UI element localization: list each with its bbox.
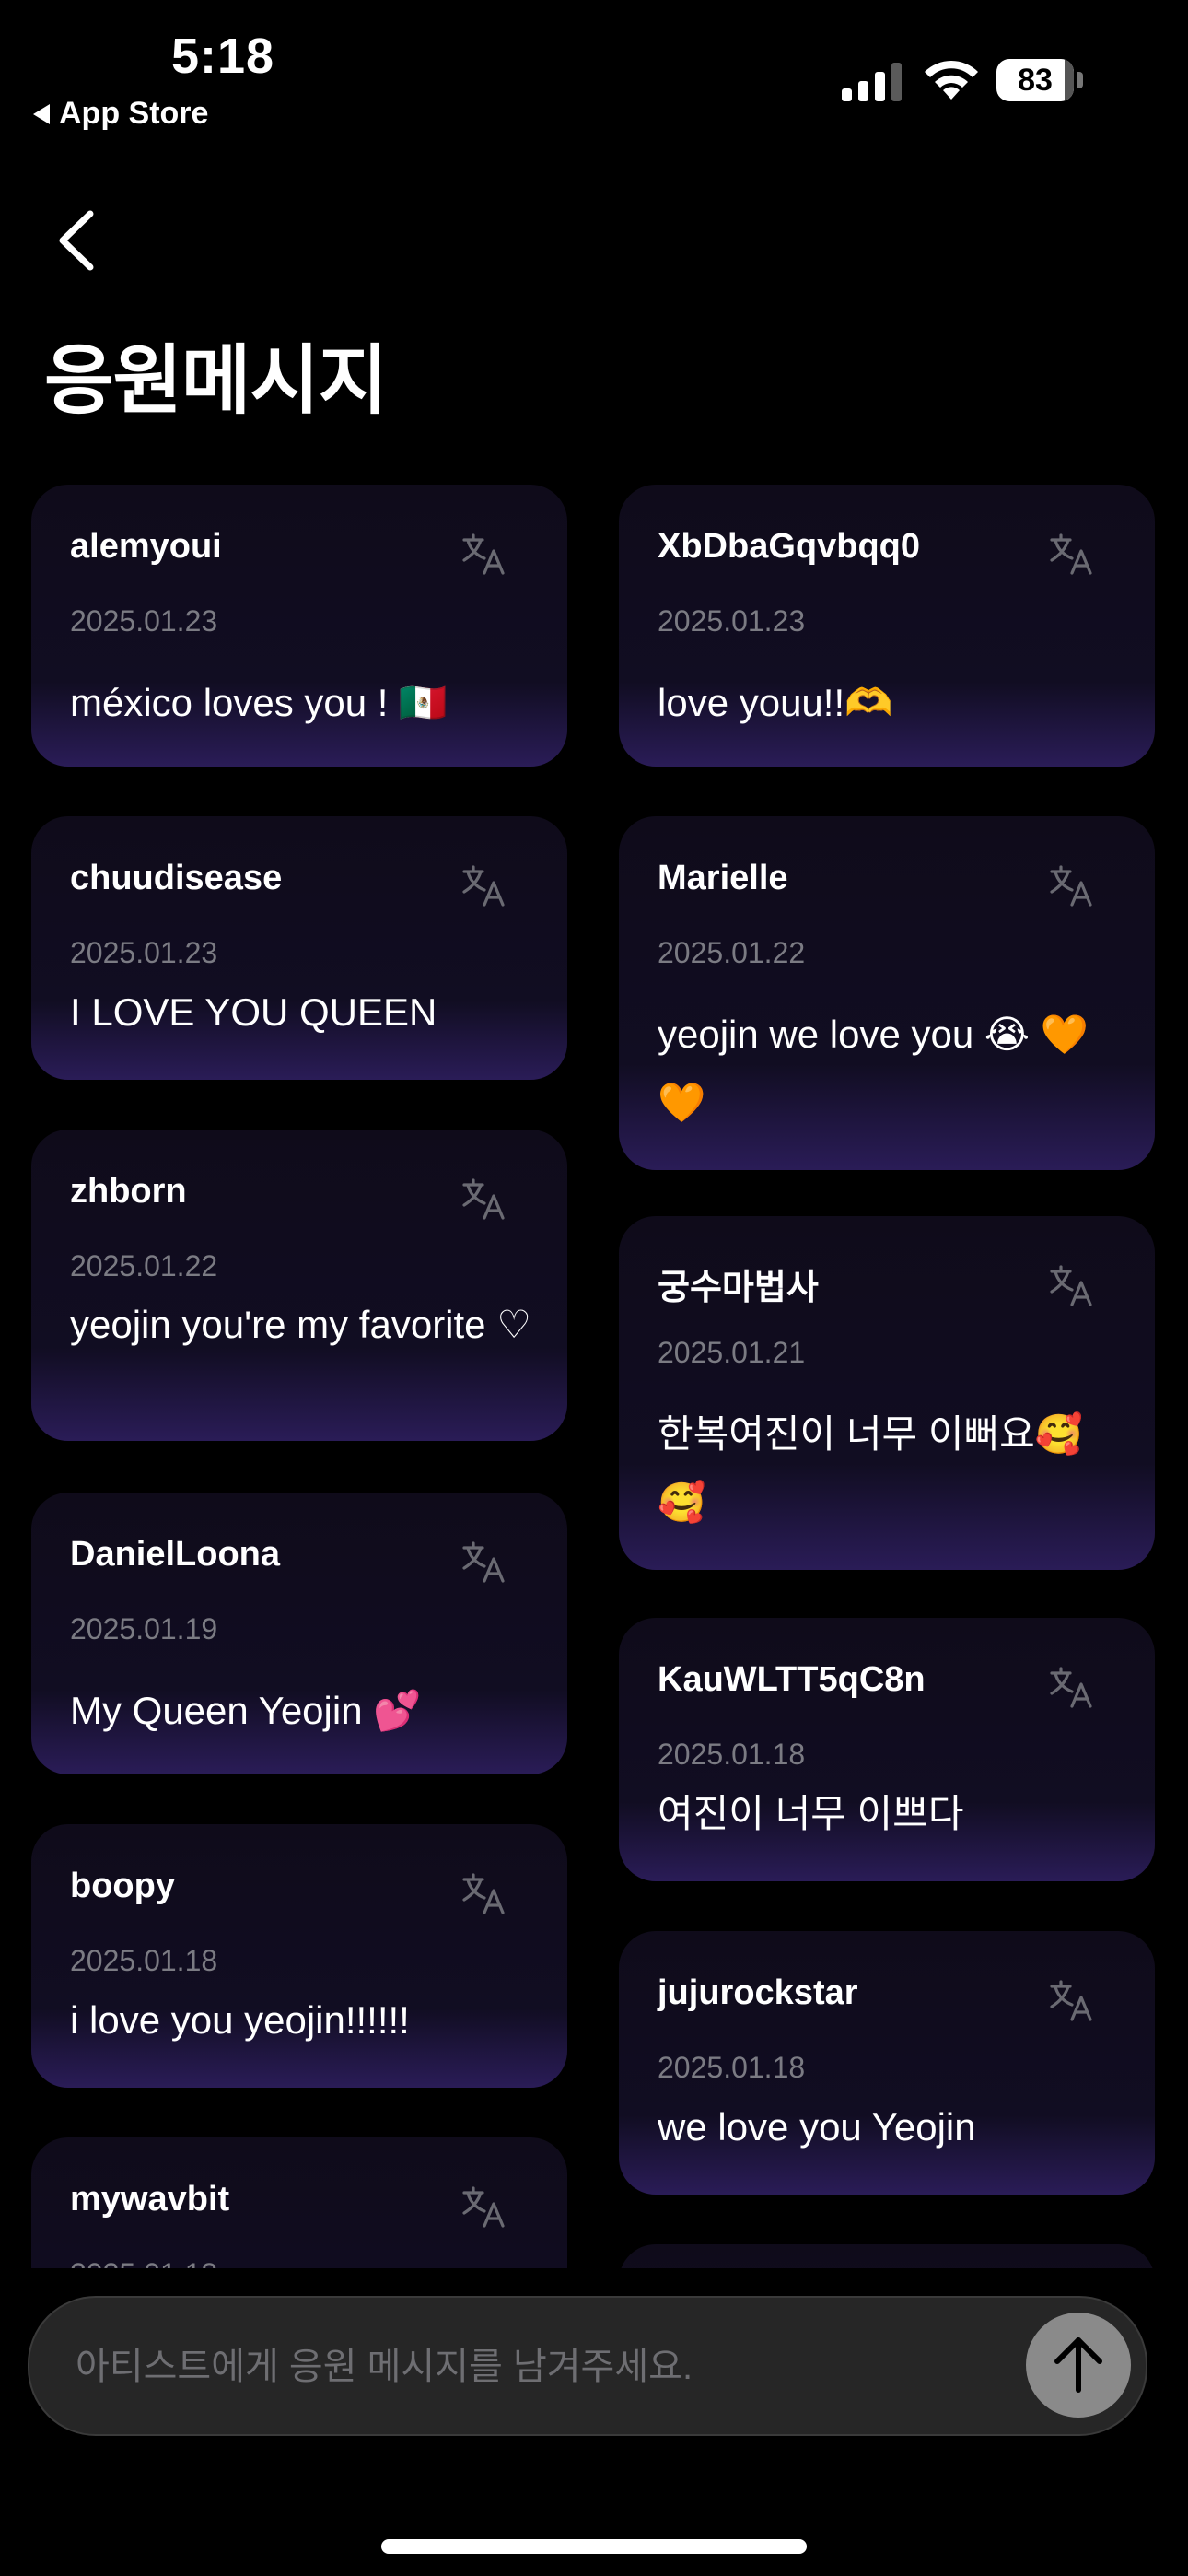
message-card[interactable]: jujurockstar 2025.01.18 we love you Yeoj…	[619, 1931, 1155, 2195]
translate-icon[interactable]	[1048, 1664, 1094, 1710]
message-username: KauWLTT5qC8n	[658, 1660, 926, 1699]
message-text: yeojin we love you 😭 🧡 🧡	[658, 1013, 1089, 1124]
message-date: 2025.01.23	[70, 936, 218, 969]
translate-icon[interactable]	[460, 1870, 507, 1916]
translate-icon[interactable]	[460, 1539, 507, 1585]
message-card[interactable]: chuudisease 2025.01.23 I LOVE YOU QUEEN	[31, 816, 567, 1080]
send-button[interactable]	[1026, 2313, 1131, 2418]
message-username: mywavbit	[70, 2180, 230, 2219]
message-date: 2025.01.19	[70, 1612, 218, 1645]
message-date: 2025.01.18	[70, 2257, 217, 2268]
message-username: Marielle	[658, 859, 788, 897]
message-card[interactable]: mywavbit 2025.01.18	[31, 2137, 567, 2268]
translate-icon[interactable]	[460, 531, 507, 577]
message-text: I LOVE YOU QUEEN	[70, 990, 437, 1034]
message-text: we love you Yeojin	[658, 2105, 976, 2149]
message-date: 2025.01.22	[658, 936, 806, 969]
message-username: DanielLoona	[70, 1535, 281, 1574]
translate-icon[interactable]	[1048, 862, 1094, 908]
wifi-icon	[925, 60, 978, 100]
message-text: 여진이 너무 이쁘다	[658, 1792, 964, 1835]
message-card[interactable]: zhborn 2025.01.22 yeojin you're my favor…	[31, 1130, 567, 1441]
translate-icon[interactable]	[460, 1176, 507, 1222]
status-bar: 5:18 App Store 83	[0, 0, 1188, 138]
support-message-input[interactable]	[74, 2298, 998, 2436]
message-date: 2025.01.18	[658, 1738, 806, 1771]
message-date: 2025.01.22	[70, 1249, 218, 1282]
battery-level: 83	[1018, 63, 1053, 98]
translate-icon[interactable]	[460, 2184, 507, 2230]
message-username: zhborn	[70, 1172, 187, 1211]
message-text: love youu!!🫶	[658, 681, 893, 724]
message-username: chuudisease	[70, 859, 283, 897]
message-username: jujurockstar	[658, 1973, 858, 2012]
message-date: 2025.01.23	[70, 604, 218, 638]
back-triangle-icon	[33, 103, 50, 124]
message-username: 궁수마법사	[658, 1269, 819, 1307]
translate-icon[interactable]	[1048, 531, 1094, 577]
message-username: alemyoui	[70, 527, 222, 566]
message-date: 2025.01.18	[658, 2051, 806, 2084]
arrow-up-icon	[1054, 2337, 1102, 2393]
message-username: XbDbaGqvbqq0	[658, 527, 921, 566]
translate-icon[interactable]	[460, 862, 507, 908]
translate-icon[interactable]	[1048, 1977, 1094, 2023]
cellular-signal-icon	[842, 63, 902, 101]
message-card[interactable]: Marielle 2025.01.22 yeojin we love you 😭…	[619, 816, 1155, 1170]
message-list[interactable]: alemyoui 2025.01.23 méxico loves you ! 🇲…	[0, 479, 1188, 2268]
battery-icon: 83	[996, 59, 1083, 101]
message-date: 2025.01.21	[658, 1336, 806, 1369]
message-card[interactable]	[619, 2244, 1155, 2268]
home-indicator	[381, 2539, 807, 2554]
message-username: boopy	[70, 1867, 175, 1905]
page-title: 응원메시지	[44, 339, 388, 423]
translate-icon[interactable]	[1048, 1262, 1094, 1308]
message-card[interactable]: KauWLTT5qC8n 2025.01.18 여진이 너무 이쁘다	[619, 1618, 1155, 1881]
message-card[interactable]: XbDbaGqvbqq0 2025.01.23 love youu!!🫶	[619, 485, 1155, 767]
message-card[interactable]: 궁수마법사 2025.01.21 한복여진이 너무 이뻐요🥰🥰	[619, 1216, 1155, 1570]
message-text: My Queen Yeojin 💕	[70, 1689, 422, 1732]
back-app-label: App Store	[59, 96, 209, 131]
back-to-app-store-link[interactable]: App Store	[33, 96, 208, 132]
message-compose-bar	[28, 2296, 1147, 2436]
message-text: yeojin you're my favorite ♡	[70, 1303, 531, 1346]
status-time: 5:18	[171, 29, 275, 84]
message-text: méxico loves you ! 🇲🇽	[70, 681, 448, 724]
message-date: 2025.01.23	[658, 604, 806, 638]
message-card[interactable]: alemyoui 2025.01.23 méxico loves you ! 🇲…	[31, 485, 567, 767]
message-date: 2025.01.18	[70, 1944, 218, 1977]
back-chevron-icon[interactable]	[53, 208, 99, 273]
message-text: i love you yeojin!!!!!!	[70, 1998, 410, 2042]
message-card[interactable]: DanielLoona 2025.01.19 My Queen Yeojin 💕	[31, 1493, 567, 1774]
message-text: 한복여진이 너무 이뻐요🥰🥰	[658, 1412, 1084, 1524]
message-card[interactable]: boopy 2025.01.18 i love you yeojin!!!!!!	[31, 1824, 567, 2088]
